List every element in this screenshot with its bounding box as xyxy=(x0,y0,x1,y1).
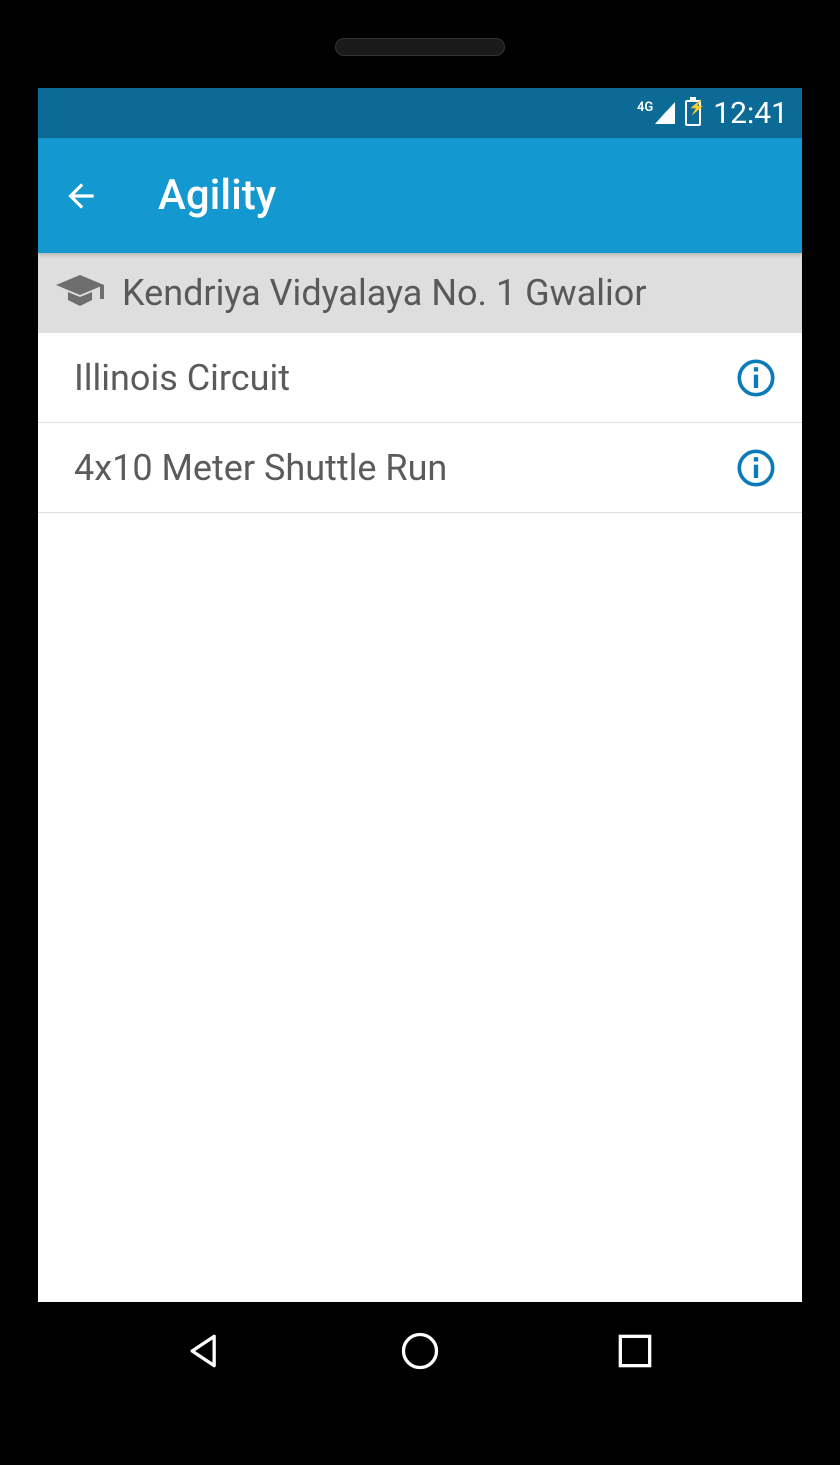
arrow-left-icon xyxy=(62,177,100,215)
status-bar: 4G 12:41 xyxy=(38,88,802,138)
device-speaker xyxy=(335,38,505,56)
info-button[interactable] xyxy=(736,448,776,488)
signal-icon xyxy=(655,102,675,124)
app-bar: Agility xyxy=(38,138,802,253)
nav-recent-button[interactable] xyxy=(611,1327,659,1375)
list-item-label: 4x10 Meter Shuttle Run xyxy=(74,447,447,489)
battery-charging-icon xyxy=(685,100,701,126)
info-icon xyxy=(736,448,776,488)
school-header: Kendriya Vidyalaya No. 1 Gwalior xyxy=(38,253,802,333)
test-item-illinois-circuit[interactable]: Illinois Circuit xyxy=(38,333,802,423)
test-item-shuttle-run[interactable]: 4x10 Meter Shuttle Run xyxy=(38,423,802,513)
square-recent-icon xyxy=(613,1329,657,1373)
network-4g-label: 4G xyxy=(637,100,653,115)
school-name: Kendriya Vidyalaya No. 1 Gwalior xyxy=(122,272,647,314)
page-title: Agility xyxy=(158,171,276,220)
info-button[interactable] xyxy=(736,358,776,398)
list-item-label: Illinois Circuit xyxy=(74,357,290,399)
graduation-cap-icon xyxy=(56,269,104,317)
circle-home-icon xyxy=(398,1329,442,1373)
back-button[interactable] xyxy=(62,177,100,215)
status-icons: 4G 12:41 xyxy=(637,96,788,131)
nav-back-button[interactable] xyxy=(181,1327,229,1375)
android-nav-bar xyxy=(38,1302,802,1400)
clock-time: 12:41 xyxy=(713,96,788,131)
info-icon xyxy=(736,358,776,398)
device-frame: 4G 12:41 Agility Kendriya Vidyalaya No. … xyxy=(0,0,840,1465)
triangle-back-icon xyxy=(183,1329,227,1373)
screen-area: 4G 12:41 Agility Kendriya Vidyalaya No. … xyxy=(38,88,802,1400)
nav-home-button[interactable] xyxy=(396,1327,444,1375)
